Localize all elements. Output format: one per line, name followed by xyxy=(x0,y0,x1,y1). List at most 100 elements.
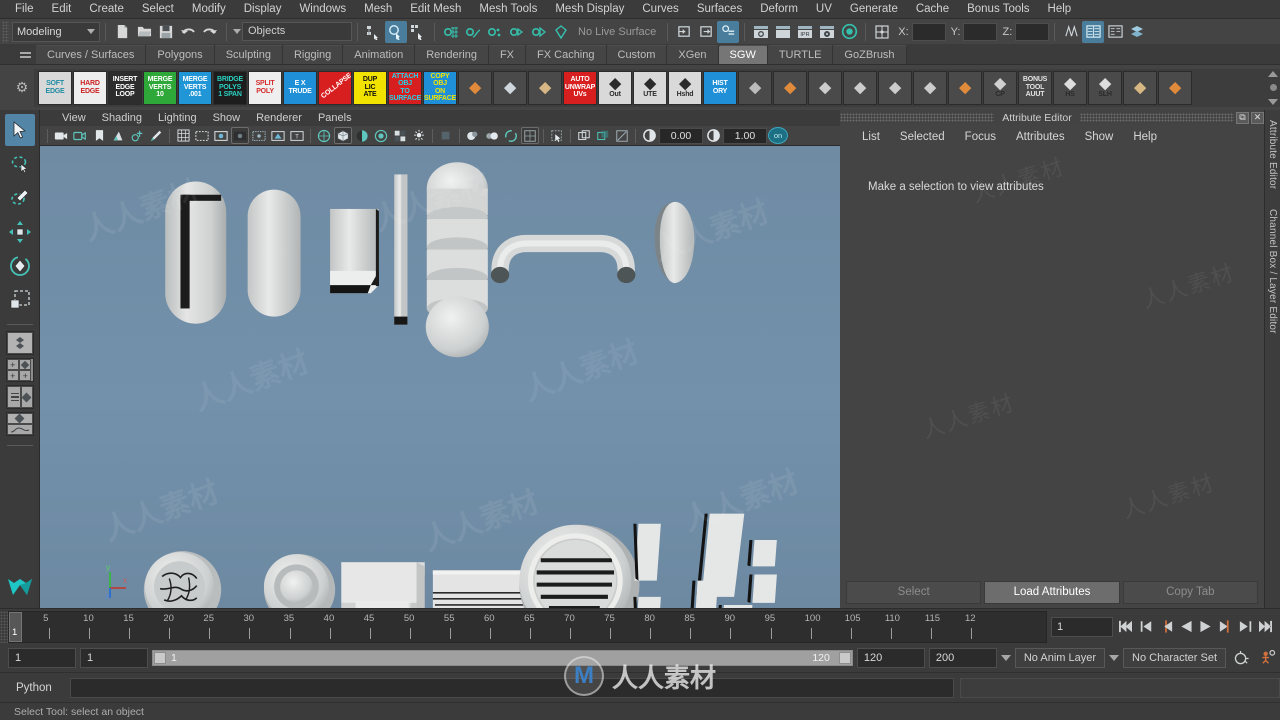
shelf-button-attach-obj-to-surface[interactable]: ATTACH OBJ TO SURFACE xyxy=(388,70,422,105)
menu-item-help[interactable]: Help xyxy=(1039,0,1081,18)
rotate-tool-button[interactable] xyxy=(5,250,35,282)
menu-item-windows[interactable]: Windows xyxy=(290,0,355,18)
command-input[interactable] xyxy=(70,677,954,698)
shelf-button-sphere-map-icon[interactable]: ◆ xyxy=(808,70,842,105)
move-camera-icon[interactable] xyxy=(128,127,146,144)
chevron-down-icon[interactable] xyxy=(1109,655,1120,661)
film-gate-icon[interactable] xyxy=(193,127,211,144)
chevron-down-icon[interactable] xyxy=(1000,655,1011,661)
xray-icon[interactable] xyxy=(575,127,593,144)
channel-box-icon[interactable] xyxy=(1082,20,1105,43)
menu-item-cache[interactable]: Cache xyxy=(907,0,958,18)
step-back-frame-icon[interactable] xyxy=(1157,617,1174,637)
ae-menu-show[interactable]: Show xyxy=(1075,125,1124,149)
image-plane-icon[interactable] xyxy=(109,127,127,144)
gate-mask-icon[interactable] xyxy=(231,127,249,144)
shelf-button-dup-lic-ate[interactable]: DUP LIC ATE xyxy=(353,70,387,105)
wireframe-icon[interactable] xyxy=(315,127,333,144)
play-forwards-icon[interactable] xyxy=(1197,617,1214,637)
single-perspective-layout-button[interactable] xyxy=(5,331,34,355)
grid-toggle-icon[interactable] xyxy=(174,127,192,144)
hardware-texture-icon[interactable] xyxy=(391,127,409,144)
select-by-hierarchy-icon[interactable] xyxy=(363,21,385,43)
render-current-frame-icon[interactable] xyxy=(750,21,772,43)
open-scene-icon[interactable] xyxy=(133,21,155,43)
safe-title-icon[interactable]: T xyxy=(288,127,306,144)
anim-layer-selector[interactable]: No Anim Layer xyxy=(1014,648,1106,668)
shelf-tab-fx-caching[interactable]: FX Caching xyxy=(526,45,607,64)
select-tool-button[interactable] xyxy=(4,114,35,146)
attribute-editor-icon[interactable] xyxy=(1104,21,1126,43)
menu-item-curves[interactable]: Curves xyxy=(633,0,687,18)
shelf-tab-fx[interactable]: FX xyxy=(488,45,527,64)
go-to-start-icon[interactable] xyxy=(1117,617,1134,637)
paint-select-tool-button[interactable] xyxy=(5,182,35,214)
camera-attr-icon[interactable] xyxy=(71,127,89,144)
shelf-button-e-x-trude[interactable]: E X TRUDE xyxy=(283,70,317,105)
play-backwards-icon[interactable] xyxy=(1177,617,1194,637)
shelf-tab-polygons[interactable]: Polygons xyxy=(146,45,215,64)
four-view-layout-button[interactable]: + + + xyxy=(5,358,34,382)
restore-icon[interactable]: ⧉ xyxy=(1236,111,1250,124)
menu-item-create[interactable]: Create xyxy=(80,0,133,18)
snap-point-icon[interactable] xyxy=(484,21,506,43)
copy-tab-button[interactable]: Copy Tab xyxy=(1122,580,1258,604)
status-line-grip[interactable] xyxy=(2,20,9,43)
auto-key-icon[interactable] xyxy=(1230,650,1252,667)
open-outliner-icon[interactable] xyxy=(695,21,717,43)
shelf-button-merge-verts-10[interactable]: MERGE VERTS 10 xyxy=(143,70,177,105)
bookmark-icon[interactable] xyxy=(90,127,108,144)
smooth-shade-icon[interactable] xyxy=(334,127,352,144)
motion-blur-icon[interactable] xyxy=(483,127,501,144)
shelf-button-lattice-icon[interactable]: ◆ xyxy=(1123,70,1157,105)
open-editor-icon[interactable] xyxy=(673,21,695,43)
menu-item-uv[interactable]: UV xyxy=(807,0,841,18)
menu-item-deform[interactable]: Deform xyxy=(751,0,807,18)
anim-end-input[interactable]: 200 xyxy=(928,648,997,668)
shelf-button-split-poly[interactable]: SPLIT POLY xyxy=(248,70,282,105)
command-language-label[interactable]: Python xyxy=(8,682,64,694)
shelf-button-window-hshd-icon[interactable]: ◆ Hshd xyxy=(668,70,702,105)
shelf-tab-rendering[interactable]: Rendering xyxy=(415,45,489,64)
shelf-button-grid-icon[interactable]: ◆ xyxy=(738,70,772,105)
viewport-menu-renderer[interactable]: Renderer xyxy=(248,110,310,126)
menu-item-file[interactable]: File xyxy=(6,0,43,18)
animation-preferences-icon[interactable] xyxy=(1256,649,1280,667)
shadows-icon[interactable] xyxy=(437,127,455,144)
select-region-icon[interactable] xyxy=(548,127,566,144)
shelf-menu-icon[interactable] xyxy=(14,46,36,64)
menu-item-mesh[interactable]: Mesh xyxy=(355,0,401,18)
shelf-button-window-out-icon[interactable]: ◆ Out xyxy=(598,70,632,105)
time-cursor[interactable]: 1 xyxy=(9,611,22,642)
shelf-tab-sculpting[interactable]: Sculpting xyxy=(214,45,283,64)
camera-icon[interactable] xyxy=(52,127,70,144)
shelf-button-multi-cut-icon[interactable]: ◆ xyxy=(528,70,562,105)
shelf-button-eye-slh-icon[interactable]: ◆ SLH xyxy=(1088,70,1122,105)
color-management-toggle[interactable]: on xyxy=(768,127,788,144)
use-lights-icon[interactable] xyxy=(410,127,428,144)
shelf-button-cube-icon[interactable]: ◆ xyxy=(773,70,807,105)
viewport-menu-panels[interactable]: Panels xyxy=(310,110,360,126)
xray-active-icon[interactable] xyxy=(613,127,631,144)
coord-y-input[interactable] xyxy=(963,22,998,41)
shelf-tab-custom[interactable]: Custom xyxy=(606,45,668,64)
scroll-up-icon[interactable] xyxy=(1268,70,1278,77)
viewport-menu-lighting[interactable]: Lighting xyxy=(150,110,205,126)
shelf-button-cluster-icon[interactable]: ◆ xyxy=(1158,70,1192,105)
shelf-button-axis-cp-icon[interactable]: ◆ CP xyxy=(983,70,1017,105)
field-chart-icon[interactable] xyxy=(250,127,268,144)
viewport-menu-shading[interactable]: Shading xyxy=(94,110,150,126)
exposure-input[interactable]: 0.00 xyxy=(659,127,703,144)
ae-menu-attributes[interactable]: Attributes xyxy=(1006,125,1075,149)
xray-joints-icon[interactable] xyxy=(594,127,612,144)
range-start-handle[interactable] xyxy=(154,652,166,664)
gear-icon[interactable]: ⚙ xyxy=(10,79,34,96)
viewport-3d[interactable]: 人人素材 人人素材 人人素材 人人素材 人人素材 人人素材 人人素材 人人素材 xyxy=(40,146,840,608)
shelf-tab-animation[interactable]: Animation xyxy=(343,45,416,64)
render-settings-icon[interactable] xyxy=(816,21,838,43)
shelf-button-soft-edge[interactable]: SOFT EDGE xyxy=(38,70,72,105)
snap-curve-icon[interactable] xyxy=(462,21,484,43)
shelf-button-copy-obj-on-surface[interactable]: COPY OBJ ON SURFACE xyxy=(423,70,457,105)
menu-item-mesh-display[interactable]: Mesh Display xyxy=(546,0,633,18)
step-forward-frame-icon[interactable] xyxy=(1217,617,1234,637)
